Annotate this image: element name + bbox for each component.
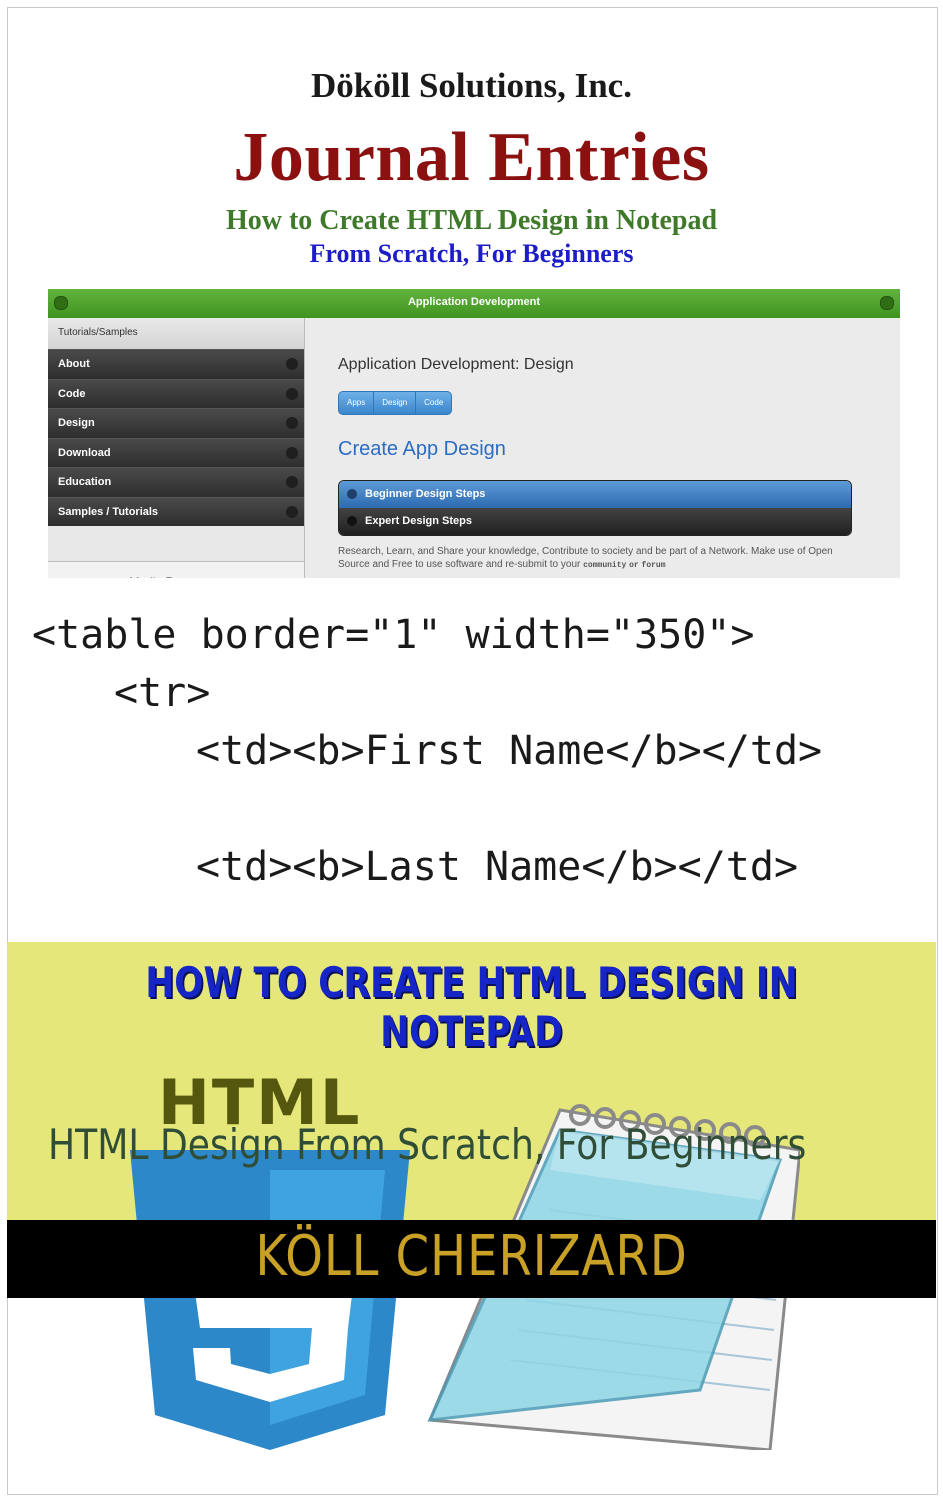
or-text: or	[629, 561, 639, 570]
app-bar-title: Application Development	[407, 296, 541, 308]
sidebar-item-education[interactable]: Education	[48, 467, 304, 497]
left-circle-icon	[54, 296, 68, 310]
sidebar-item-download[interactable]: Download	[48, 437, 304, 467]
right-circle-icon	[880, 296, 894, 310]
code-line-2: <tr>	[114, 670, 211, 716]
band-subline: HTML Design From Scratch, For Beginners	[48, 1120, 807, 1169]
forum-link[interactable]: forum	[642, 561, 666, 570]
sidebar-item-label: About	[58, 358, 90, 370]
book-title: Journal Entries	[233, 119, 710, 196]
pill-design[interactable]: Design	[374, 392, 417, 414]
expert-steps-item[interactable]: Expert Design Steps	[339, 508, 851, 535]
app-screenshot: Application Development Tutorials/Sample…	[48, 289, 900, 578]
community-link[interactable]: community	[583, 561, 626, 570]
subtitle-line-2: From Scratch, For Beginners	[309, 239, 634, 268]
steps-list: Beginner Design Steps Expert Design Step…	[338, 480, 852, 536]
code-line-3: <td><b>First Name</b></td>	[196, 728, 823, 774]
app-content: Application Development: Design Apps Des…	[305, 318, 900, 578]
content-title: Application Development: Design	[338, 356, 574, 373]
pill-code[interactable]: Code	[416, 392, 451, 414]
arrow-icon	[286, 446, 298, 459]
sidebar-item-label: Education	[58, 476, 112, 488]
css3-shield-icon	[130, 1150, 410, 1450]
media-resources-button[interactable]: Media Resources	[48, 561, 304, 578]
beginner-steps-item[interactable]: Beginner Design Steps	[339, 481, 851, 508]
app-title-bar: Application Development	[48, 289, 900, 318]
pill-navbar: Apps Design Code	[338, 391, 453, 415]
sidebar-item-about[interactable]: About	[48, 349, 304, 379]
sidebar-header: Tutorials/Samples	[48, 318, 304, 349]
code-line-4: <td><b>Last Name</b></td>	[196, 844, 799, 890]
arrow-icon	[286, 358, 298, 370]
app-sidebar: Tutorials/Samples About Code Design Down…	[48, 318, 305, 578]
step-label: Expert Design Steps	[365, 515, 472, 527]
sidebar-item-design[interactable]: Design	[48, 408, 304, 438]
author-name: KÖLL CHERIZARD	[255, 1224, 688, 1289]
band-title: HOW TO CREATE HTML DESIGN IN NOTEPAD	[145, 958, 798, 1056]
arrow-icon	[286, 505, 298, 518]
arrow-icon	[286, 476, 298, 488]
step-label: Beginner Design Steps	[365, 488, 486, 500]
publisher-name: Dököll Solutions, Inc.	[311, 66, 632, 105]
code-line-1: <table border="1" width="350">	[32, 612, 755, 658]
arrow-icon	[286, 387, 298, 400]
sidebar-item-label: Design	[58, 417, 95, 429]
sidebar-item-label: Samples / Tutorials	[58, 505, 159, 518]
bullet-icon	[347, 516, 357, 526]
content-heading: Create App Design	[338, 438, 506, 460]
subtitle-line-1: How to Create HTML Design in Notepad	[225, 205, 718, 236]
content-paragraph: Research, Learn, and Share your knowledg…	[338, 545, 858, 572]
bullet-icon	[347, 489, 357, 499]
pill-apps[interactable]: Apps	[339, 392, 375, 414]
arrow-icon	[286, 417, 298, 429]
sidebar-item-code[interactable]: Code	[48, 378, 304, 408]
sidebar-item-samples[interactable]: Samples / Tutorials	[48, 496, 304, 526]
sidebar-item-label: Code	[58, 387, 86, 400]
sidebar-item-label: Download	[58, 446, 111, 459]
